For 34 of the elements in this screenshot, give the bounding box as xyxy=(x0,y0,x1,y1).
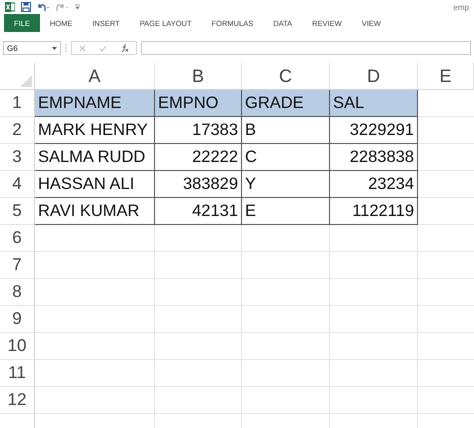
header-cell: SAL xyxy=(330,90,418,117)
name-box[interactable]: G6 xyxy=(3,41,61,55)
table-cell: 42131 xyxy=(155,198,242,225)
table-cell: Y xyxy=(242,171,330,198)
table-cell: 3229291 xyxy=(330,117,418,144)
table-cell: C xyxy=(242,144,330,171)
table-cell: E xyxy=(242,198,330,225)
redo-icon[interactable] xyxy=(56,2,69,12)
table-cell: 1122119 xyxy=(330,198,418,225)
table-cell: 383829 xyxy=(155,171,242,198)
table-cell: MARK HENRY xyxy=(35,117,155,144)
insert-function-icon[interactable] xyxy=(121,44,130,52)
header-cell: EMPNAME xyxy=(35,90,155,117)
column-header[interactable]: E xyxy=(418,63,474,90)
table-cell: SALMA RUDD xyxy=(35,144,155,171)
select-all-icon[interactable] xyxy=(20,75,32,87)
select-all-corner[interactable] xyxy=(0,63,35,90)
formula-input[interactable] xyxy=(141,41,471,55)
table-cell: HASSAN ALI xyxy=(35,171,155,198)
header-cell: GRADE xyxy=(242,90,330,117)
window-title: emp xyxy=(453,2,469,12)
table-cell: RAVI KUMAR xyxy=(35,198,155,225)
save-icon[interactable] xyxy=(21,2,31,12)
undo-icon[interactable] xyxy=(37,2,50,12)
table-cell: 17383 xyxy=(155,117,242,144)
dropdown-icon xyxy=(52,46,57,50)
table-cell: B xyxy=(242,117,330,144)
header-cell: EMPNO xyxy=(155,90,242,117)
cancel-icon[interactable] xyxy=(78,44,86,52)
customize-toolbar-icon[interactable] xyxy=(75,4,80,10)
table-cell: 2283838 xyxy=(330,144,418,171)
table-cell: 23234 xyxy=(330,171,418,198)
enter-icon[interactable] xyxy=(99,44,108,52)
table-cell: 22222 xyxy=(155,144,242,171)
